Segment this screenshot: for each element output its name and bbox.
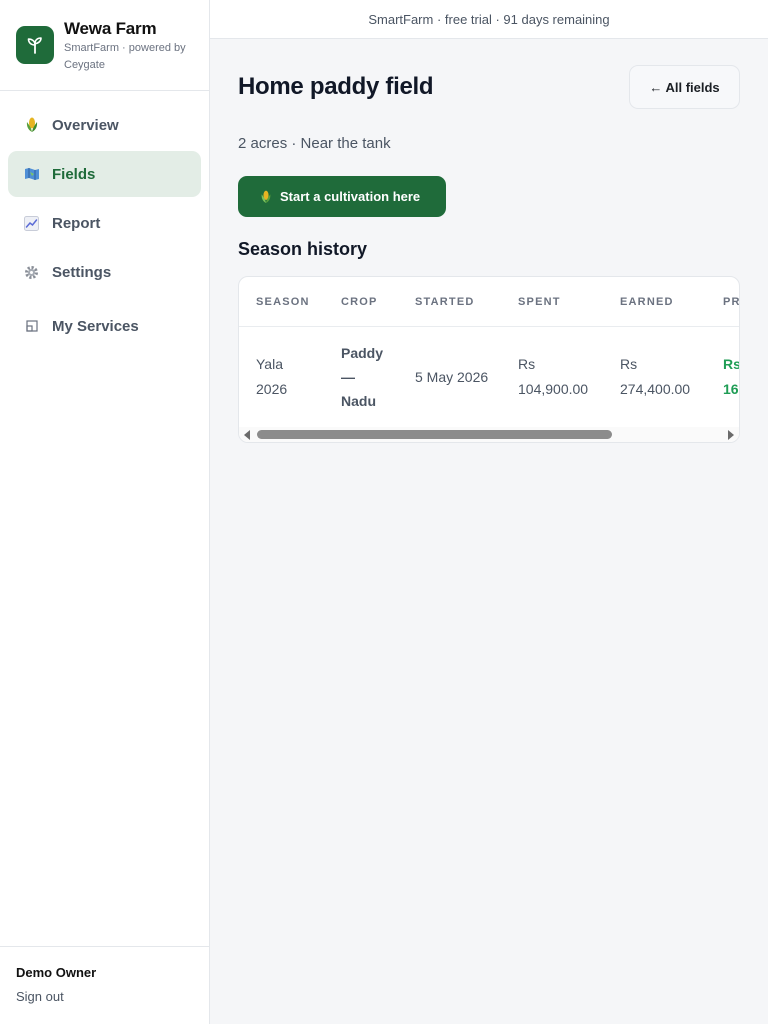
sidebar-item-my-services[interactable]: My Services: [8, 303, 201, 349]
all-fields-button[interactable]: ← All fields: [629, 65, 740, 109]
sidebar-item-overview[interactable]: Overview: [8, 102, 201, 148]
sign-out-link[interactable]: Sign out: [16, 989, 209, 1004]
column-header-started: STARTED: [415, 296, 475, 308]
column-header-profit: PR: [723, 296, 740, 308]
corn-icon: [260, 190, 272, 204]
column-header-spent: SPENT: [518, 296, 561, 308]
page-title: Home paddy field: [238, 73, 434, 100]
cell-earned: Rs 274,400.00: [620, 356, 691, 397]
trial-banner: SmartFarm · free trial · 91 days remaini…: [210, 0, 768, 39]
window-icon: [23, 318, 40, 335]
cell-crop: Paddy — Nadu: [341, 345, 384, 409]
sidebar-nav: Overview Fields Report Settings My Servi…: [0, 91, 209, 349]
brand-name: Wewa Farm: [64, 19, 157, 38]
gear-icon: [23, 264, 40, 281]
table-scroll-area[interactable]: SEASON CROP STARTED SPENT EARNED PR Yala…: [239, 277, 740, 427]
field-meta: 2 acres · Near the tank: [238, 135, 391, 152]
sidebar-item-label: Settings: [52, 263, 112, 281]
cell-profit: Rs 16: [723, 356, 740, 397]
column-header-crop: CROP: [341, 296, 378, 308]
season-history-table: SEASON CROP STARTED SPENT EARNED PR Yala…: [238, 276, 740, 443]
chart-icon: [23, 215, 40, 232]
horizontal-scrollbar[interactable]: [239, 427, 739, 442]
start-cultivation-label: Start a cultivation here: [280, 189, 421, 204]
corn-icon: [23, 117, 40, 134]
column-header-earned: EARNED: [620, 296, 674, 308]
sidebar: Wewa Farm SmartFarm · powered by Ceygate…: [0, 0, 210, 1024]
start-cultivation-button[interactable]: Start a cultivation here: [238, 176, 446, 217]
column-header-season: SEASON: [256, 296, 310, 308]
sidebar-item-label: Overview: [52, 116, 119, 134]
cell-started: 5 May 2026: [415, 369, 489, 385]
owner-name: Demo Owner: [16, 965, 97, 980]
scrollbar-thumb[interactable]: [257, 430, 612, 439]
sidebar-item-label: Fields: [52, 165, 96, 183]
brand-subtitle: SmartFarm · powered by Ceygate: [64, 42, 186, 71]
sidebar-item-label: Report: [52, 214, 101, 232]
cell-spent: Rs 104,900.00: [518, 356, 589, 397]
table-row[interactable]: Yala 2026 Paddy — Nadu 5 May 2026 Rs 104…: [239, 327, 740, 427]
map-icon: [23, 166, 40, 183]
seedling-icon: [16, 26, 54, 64]
sidebar-item-fields[interactable]: Fields: [8, 151, 201, 197]
scroll-right-arrow-icon[interactable]: [728, 430, 734, 440]
sidebar-item-report[interactable]: Report: [8, 200, 201, 246]
sidebar-footer: Demo Owner Sign out: [0, 946, 209, 1024]
trial-text: SmartFarm · free trial · 91 days remaini…: [368, 11, 610, 27]
sidebar-item-label: My Services: [52, 317, 139, 335]
section-title: Season history: [238, 239, 368, 259]
brand-header: Wewa Farm SmartFarm · powered by Ceygate: [0, 0, 209, 91]
table-header: SEASON CROP STARTED SPENT EARNED PR: [239, 277, 740, 327]
cell-season: Yala 2026: [256, 356, 288, 397]
scroll-left-arrow-icon[interactable]: [244, 430, 250, 440]
sidebar-item-settings[interactable]: Settings: [8, 249, 201, 295]
